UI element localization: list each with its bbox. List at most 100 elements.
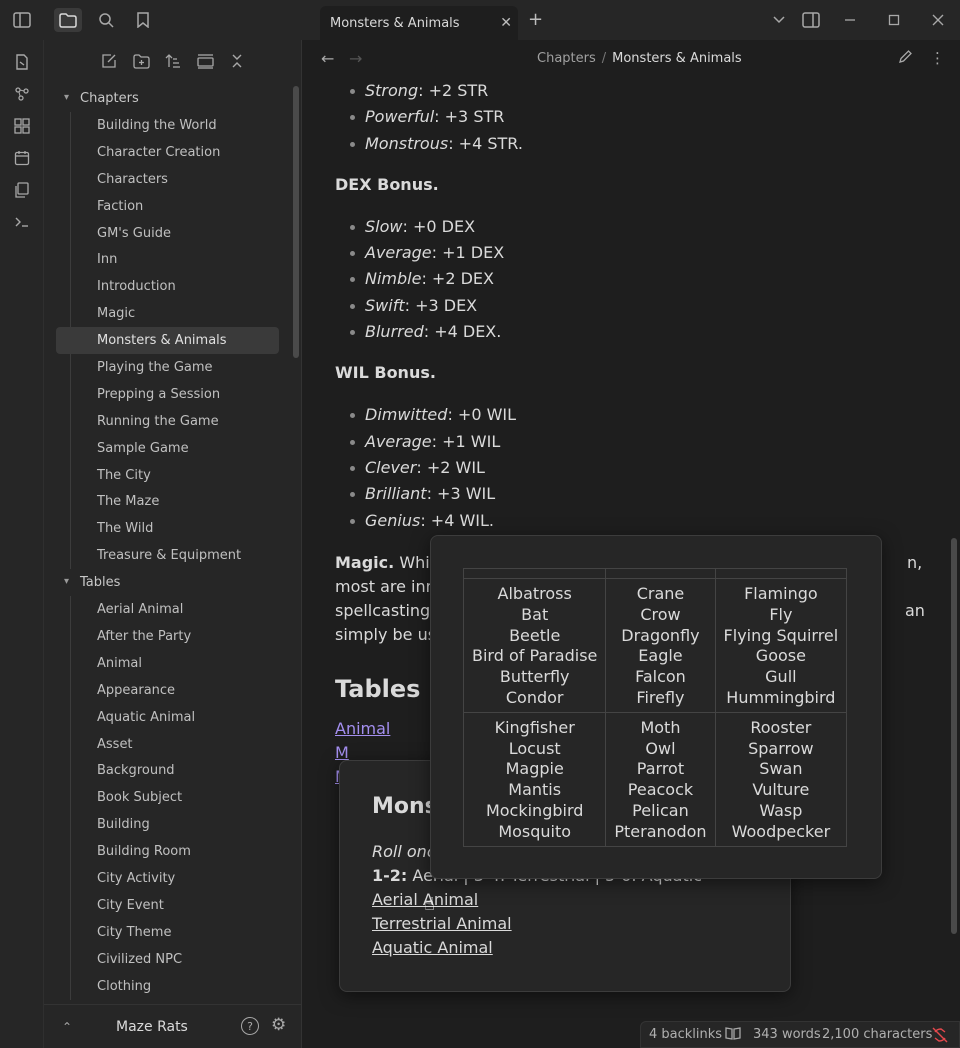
bookmark-icon[interactable] (129, 8, 157, 32)
sidebar-item-file[interactable]: Magic (44, 300, 290, 327)
sidebar-item-file[interactable]: Aerial Animal (44, 596, 290, 623)
sidebar-item-file[interactable]: City Event (44, 892, 290, 919)
animal-name: Falcon (635, 667, 686, 687)
reading-view-book-icon[interactable] (725, 1026, 741, 1044)
sidebar-item-file[interactable]: Appearance (44, 677, 290, 704)
breadcrumb-current[interactable]: Monsters & Animals (612, 51, 742, 66)
animal-name: Pteranodon (614, 821, 707, 841)
item-term: Clever (365, 457, 417, 477)
animal-name: Bat (521, 604, 549, 624)
maximize-icon[interactable] (880, 8, 908, 32)
sidebar-item-file[interactable]: Clothing (44, 973, 290, 1000)
open-quick-switcher-icon[interactable] (10, 50, 34, 74)
folder-row[interactable]: ▾ Chapters (44, 85, 290, 112)
file-label: Inn (97, 252, 118, 268)
sidebar-item-file[interactable]: Inn (44, 246, 290, 273)
animal-name: Mockingbird (485, 800, 584, 820)
sidebar-item-file[interactable]: Prepping a Session (44, 381, 290, 408)
sidebar-item-file[interactable]: After the Party (44, 623, 290, 650)
sidebar-item-file[interactable]: Building the World (44, 112, 290, 139)
vault-name[interactable]: Maze Rats (116, 1019, 188, 1035)
command-palette-icon[interactable] (10, 210, 34, 234)
sidebar-item-file[interactable]: Asset (44, 731, 290, 758)
back-arrow-icon[interactable]: ← (321, 49, 334, 68)
chevron-down-icon[interactable] (765, 8, 793, 32)
minimize-icon[interactable] (836, 8, 864, 32)
templates-icon[interactable] (10, 178, 34, 202)
sidebar-item-file[interactable]: Monsters & Animals (56, 327, 279, 355)
sidebar-item-file[interactable]: City Theme (44, 919, 290, 946)
list-item: Nimble: +2 DEX (335, 266, 935, 292)
magic-line1-end: n, (907, 552, 923, 572)
aerial-animal-hover-popover: Albatross Bat Beetle Bird of Paradise Butter… (430, 535, 882, 879)
vault-switch-chevron-icon[interactable]: ⌃ (62, 1020, 72, 1034)
file-label: Background (97, 763, 175, 779)
tab-title: Monsters & Animals (330, 15, 460, 31)
sidebar-item-file[interactable]: The Maze (44, 488, 290, 515)
animal-name: Swan (759, 759, 803, 779)
sidebar-item-file[interactable]: City Activity (44, 865, 290, 892)
magic-label: Magic. (335, 552, 395, 572)
animal-name: Flying Squirrel (723, 625, 839, 645)
sidebar-item-file[interactable]: Building Room (44, 838, 290, 865)
sidebar-item-file[interactable]: Playing the Game (44, 354, 290, 381)
sidebar-item-file[interactable]: Running the Game (44, 408, 290, 435)
more-options-icon[interactable]: ⋮ (930, 49, 945, 67)
file-label: Treasure & Equipment (97, 548, 242, 564)
forward-arrow-icon[interactable]: → (349, 49, 362, 68)
sort-order-icon[interactable] (161, 50, 185, 72)
sidebar-item-file[interactable]: Animal (44, 650, 290, 677)
auto-reveal-icon[interactable] (193, 50, 217, 72)
backlinks-count[interactable]: 4 backlinks (649, 1027, 722, 1042)
canvas-icon[interactable] (10, 114, 34, 138)
search-icon[interactable] (92, 8, 120, 32)
sidebar-item-file[interactable]: The City (44, 462, 290, 489)
settings-gear-icon[interactable]: ⚙ (271, 1015, 286, 1035)
sync-disabled-icon[interactable] (932, 1027, 948, 1047)
magic-line3-end: an (905, 600, 925, 620)
close-tab-icon[interactable]: ✕ (500, 15, 512, 31)
close-window-icon[interactable] (924, 8, 952, 32)
sidebar-item-file[interactable]: Characters (44, 166, 290, 193)
sidebar-item-file[interactable]: The Wild (44, 515, 290, 542)
folder-chevron-down-icon[interactable]: ▾ (64, 92, 69, 103)
collapse-all-icon[interactable] (225, 50, 249, 72)
graph-view-icon[interactable] (10, 82, 34, 106)
terrestrial-animal-link[interactable]: Terrestrial Animal (372, 912, 512, 936)
new-folder-icon[interactable] (129, 50, 153, 72)
aquatic-animal-link[interactable]: Aquatic Animal (372, 936, 493, 960)
list-item: Strong: +2 STR (335, 78, 935, 104)
sidebar-item-file[interactable]: Introduction (44, 273, 290, 300)
sidebar-item-file[interactable]: Treasure & Equipment (44, 542, 290, 569)
sidebar-item-file[interactable]: Background (44, 757, 290, 784)
tab-monsters-animals[interactable]: Monsters & Animals ✕ (320, 6, 518, 40)
table-cell: Albatross Bat Beetle Bird of Paradise Butter… (462, 578, 607, 713)
sidebar-toggle-icon[interactable] (8, 8, 36, 32)
sidebar-item-file[interactable]: Character Creation (44, 139, 290, 166)
animal-name: Moth (640, 717, 681, 737)
sidebar-item-file[interactable]: Sample Game (44, 435, 290, 462)
folder-row[interactable]: ▾ Tables (44, 569, 290, 596)
word-count: 343 words (753, 1027, 821, 1042)
right-sidebar-toggle-icon[interactable] (797, 8, 825, 32)
sidebar-item-file[interactable]: Civilized NPC (44, 946, 290, 973)
animal-name: Sparrow (748, 738, 814, 758)
edit-pencil-icon[interactable] (898, 49, 913, 68)
item-value: : +0 DEX (402, 216, 476, 236)
daily-note-icon[interactable] (10, 146, 34, 170)
file-explorer-folder-icon[interactable] (54, 8, 82, 32)
new-tab-icon[interactable]: + (528, 9, 543, 30)
file-label: Asset (97, 736, 133, 752)
help-icon[interactable]: ? (241, 1017, 259, 1035)
folder-chevron-down-icon[interactable]: ▾ (64, 576, 69, 587)
sidebar-item-file[interactable]: Building (44, 811, 290, 838)
sidebar-item-file[interactable]: Aquatic Animal (44, 704, 290, 731)
sidebar-item-file[interactable]: Book Subject (44, 784, 290, 811)
animal-name: Magpie (505, 759, 564, 779)
breadcrumb-parent[interactable]: Chapters (537, 51, 596, 66)
new-note-icon[interactable] (97, 50, 121, 72)
sidebar-item-file[interactable]: GM's Guide (44, 220, 290, 247)
sidebar-scrollbar[interactable] (293, 86, 299, 358)
sidebar-item-file[interactable]: Faction (44, 193, 290, 220)
editor-scrollbar[interactable] (951, 538, 957, 934)
